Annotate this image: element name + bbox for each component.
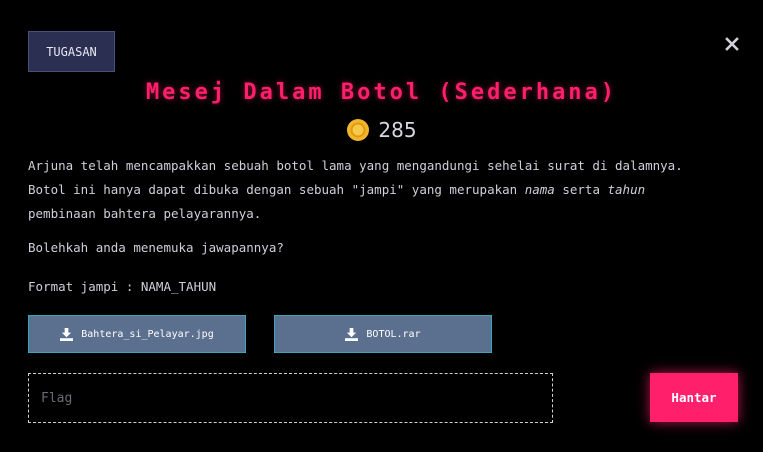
emphasis-tahun: tahun [607, 182, 646, 197]
description-text: Botol ini hanya dapat dibuka dengan sebu… [28, 182, 525, 197]
challenge-description: Arjuna telah mencampakkan sebuah botol l… [28, 154, 728, 226]
close-icon[interactable] [724, 36, 740, 52]
file-name: Bahtera_si_Pelayar.jpg [81, 328, 214, 340]
flag-input[interactable] [28, 373, 553, 423]
download-icon [60, 327, 74, 341]
description-text: serta [554, 182, 608, 197]
challenge-question: Bolehkah anda menemuka jawapannya? [28, 240, 284, 255]
file-name: BOTOL.rar [366, 328, 421, 340]
download-file-button[interactable]: BOTOL.rar [274, 315, 492, 353]
coin-icon [347, 119, 370, 141]
points-value: 285 [378, 118, 417, 142]
download-icon [345, 327, 359, 341]
emphasis-nama: nama [524, 182, 555, 197]
points-display: 285 [0, 118, 763, 142]
category-button[interactable]: TUGASAN [28, 31, 115, 72]
description-line-3: pembinaan bahtera pelayarannya. [28, 206, 262, 221]
description-line-1: Arjuna telah mencampakkan sebuah botol l… [28, 158, 683, 173]
challenge-title: Mesej Dalam Botol (Sederhana) [145, 80, 618, 105]
description-line-2: Botol ini hanya dapat dibuka dengan sebu… [28, 178, 728, 202]
flag-format-hint: Format jampi : NAMA_TAHUN [28, 279, 217, 294]
download-file-button[interactable]: Bahtera_si_Pelayar.jpg [28, 315, 246, 353]
submit-button[interactable]: Hantar [650, 373, 738, 422]
challenge-modal: TUGASAN Mesej Dalam Botol (Sederhana) 28… [0, 0, 763, 452]
